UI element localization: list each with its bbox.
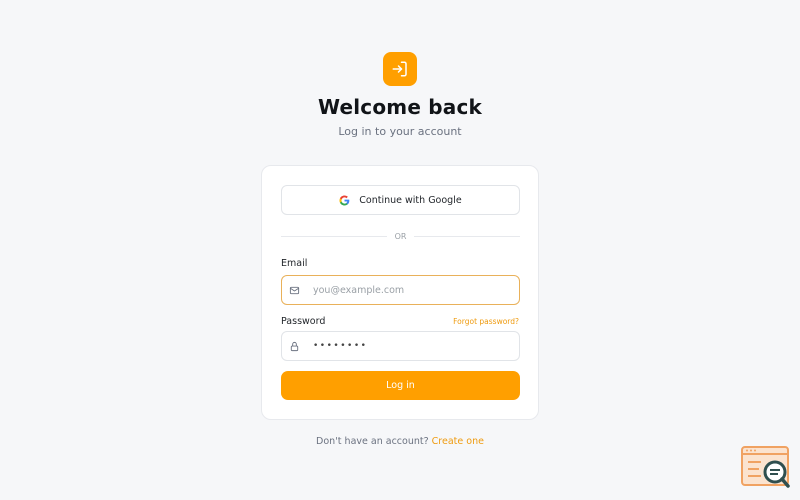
email-field[interactable]: [281, 275, 520, 305]
divider-line-left: [281, 235, 387, 237]
signup-prompt-text: Don't have an account?: [316, 436, 429, 447]
divider-label: OR: [394, 231, 407, 241]
watermark-logo-icon: [741, 446, 791, 490]
password-label: Password: [281, 316, 326, 327]
page-title: Welcome back: [317, 95, 483, 119]
log-in-button[interactable]: Log in: [281, 371, 520, 400]
login-card: Continue with Google OR Email Password F…: [261, 165, 539, 420]
email-label: Email: [281, 258, 308, 269]
continue-with-google-button[interactable]: Continue with Google: [281, 185, 520, 215]
google-button-label: Continue with Google: [359, 194, 462, 206]
email-input[interactable]: [313, 284, 503, 296]
login-page: Welcome back Log in to your account Cont…: [0, 0, 800, 500]
page-subtitle: Log in to your account: [338, 125, 462, 138]
login-arrow-icon: [383, 52, 417, 86]
google-icon: [339, 194, 350, 206]
create-account-link[interactable]: Create one: [432, 436, 484, 447]
or-divider: OR: [281, 230, 521, 242]
divider-line-right: [414, 235, 521, 237]
password-input[interactable]: ••••••••: [313, 341, 367, 351]
password-field[interactable]: ••••••••: [281, 331, 520, 361]
signup-prompt: Don't have an account? Create one: [0, 436, 800, 447]
lock-icon: [289, 341, 313, 352]
forgot-password-link[interactable]: Forgot password?: [453, 317, 519, 326]
mail-icon: [289, 285, 313, 296]
